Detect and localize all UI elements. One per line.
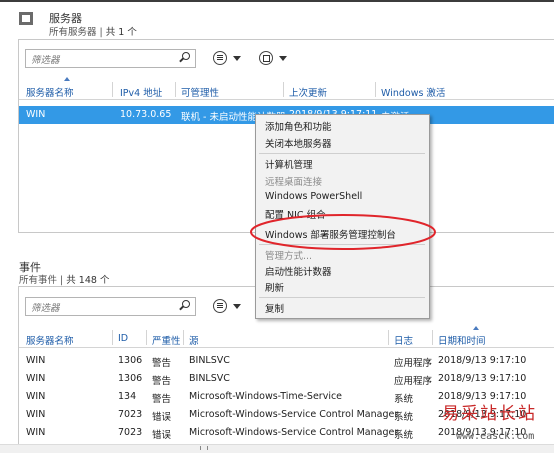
highlight-ellipse [250, 214, 436, 250]
event-severity-cell: 警告 [152, 394, 172, 405]
column-divider[interactable] [146, 330, 147, 345]
column-divider[interactable] [183, 330, 184, 345]
chevron-down-icon[interactable] [233, 56, 241, 61]
event-source-cell: Microsoft-Windows-Time-Service [189, 391, 343, 402]
col-last-update[interactable]: 上次更新 [289, 85, 327, 99]
col-activation[interactable]: Windows 激活 [381, 85, 445, 99]
events-subtitle-prefix: 所有事件 [19, 275, 58, 286]
events-subtitle: 所有事件 | 共 148 个 [19, 272, 109, 286]
col-event-id[interactable]: ID [118, 333, 128, 344]
servers-filter-placeholder: 筛选器 [31, 55, 60, 66]
list-options-icon[interactable] [213, 51, 227, 65]
menu-item-refresh[interactable]: 刷新 [265, 280, 284, 294]
col-server-name[interactable]: 服务器名称 [26, 85, 74, 99]
event-log-cell: 系统 [394, 430, 414, 441]
events-subtitle-separator: | [60, 275, 64, 286]
menu-item-powershell[interactable]: Windows PowerShell [265, 191, 362, 202]
column-divider[interactable] [432, 330, 433, 345]
menu-separator [259, 153, 425, 154]
col-manageability[interactable]: 可管理性 [181, 85, 219, 99]
sort-ascending-icon [64, 77, 70, 81]
menu-item-start-perf-counters[interactable]: 启动性能计数器 [265, 264, 332, 278]
menu-separator [259, 297, 425, 298]
event-id-cell: 7023 [118, 409, 143, 420]
event-log-cell: 系统 [394, 394, 414, 405]
table-row[interactable]: WIN 1306 警告 BINLSVC 应用程序 2018/9/13 9:17:… [19, 371, 554, 389]
event-id-cell: 1306 [118, 355, 143, 366]
event-server-cell: WIN [26, 427, 46, 438]
events-filter-input[interactable]: 筛选器 [25, 297, 196, 316]
search-icon[interactable] [182, 52, 190, 60]
sort-ascending-icon [473, 326, 479, 330]
event-log-cell: 系统 [394, 412, 414, 423]
servers-subtitle: 所有服务器 | 共 1 个 [49, 24, 137, 38]
chevron-down-icon[interactable] [279, 56, 287, 61]
event-server-cell: WIN [26, 409, 46, 420]
event-source-cell: Microsoft-Windows-Service Control Manage… [189, 409, 399, 420]
header-divider [19, 347, 554, 348]
event-source-cell: Microsoft-Windows-Service Control Manage… [189, 427, 399, 438]
menu-item-shutdown-server[interactable]: 关闭本地服务器 [265, 136, 332, 150]
column-divider[interactable] [175, 82, 176, 97]
menu-item-add-roles[interactable]: 添加角色和功能 [265, 119, 332, 133]
watermark-text: 易采站长站 [442, 404, 537, 424]
event-log-cell: 应用程序 [394, 376, 433, 387]
servers-section-icon [19, 12, 33, 25]
servers-filter-input[interactable]: 筛选器 [25, 49, 196, 68]
event-source-cell: BINLSVC [189, 355, 230, 366]
table-row[interactable]: WIN 1306 警告 BINLSVC 应用程序 2018/9/13 9:17:… [19, 353, 554, 371]
column-divider[interactable] [112, 330, 113, 345]
column-divider[interactable] [283, 82, 284, 97]
event-source-cell: BINLSVC [189, 373, 230, 384]
event-server-cell: WIN [26, 355, 46, 366]
watermark-url: www.easck.com [456, 431, 535, 442]
chevron-down-icon[interactable] [233, 304, 241, 309]
scrollbar-grip[interactable] [200, 446, 208, 450]
servers-subtitle-separator: | [99, 27, 103, 38]
event-log-cell: 应用程序 [394, 358, 433, 369]
col-ipv4[interactable]: IPv4 地址 [120, 85, 162, 99]
col-severity[interactable]: 严重性 [152, 333, 181, 347]
col-source[interactable]: 源 [189, 333, 199, 347]
menu-item-copy[interactable]: 复制 [265, 301, 284, 315]
event-server-cell: WIN [26, 391, 46, 402]
list-options-icon[interactable] [213, 299, 227, 313]
events-count: 共 148 个 [66, 275, 110, 286]
column-divider[interactable] [388, 330, 389, 345]
event-server-cell: WIN [26, 373, 46, 384]
event-datetime-cell: 2018/9/13 9:17:10 [438, 373, 527, 384]
save-query-icon[interactable] [259, 51, 273, 65]
menu-item-computer-management[interactable]: 计算机管理 [265, 157, 313, 171]
window-top-border [0, 0, 554, 2]
events-filter-placeholder: 筛选器 [31, 303, 60, 314]
event-severity-cell: 警告 [152, 376, 172, 387]
col-datetime[interactable]: 日期和时间 [438, 333, 486, 347]
col-log[interactable]: 日志 [394, 333, 413, 347]
column-divider[interactable] [112, 82, 113, 97]
event-id-cell: 134 [118, 391, 137, 402]
menu-item-remote-desktop: 远程桌面连接 [265, 177, 323, 188]
event-id-cell: 7023 [118, 427, 143, 438]
header-divider [19, 99, 554, 100]
servers-subtitle-prefix: 所有服务器 [49, 27, 97, 38]
event-severity-cell: 错误 [152, 430, 172, 441]
event-datetime-cell: 2018/9/13 9:17:10 [438, 355, 527, 366]
event-id-cell: 1306 [118, 373, 143, 384]
server-name-cell: WIN [26, 109, 46, 120]
event-severity-cell: 警告 [152, 358, 172, 369]
server-ipv4-cell: 10.73.0.65 [120, 109, 172, 120]
column-divider[interactable] [375, 82, 376, 97]
col-event-server[interactable]: 服务器名称 [26, 333, 74, 347]
search-icon[interactable] [182, 300, 190, 308]
event-severity-cell: 错误 [152, 412, 172, 423]
servers-count: 共 1 个 [105, 27, 137, 38]
